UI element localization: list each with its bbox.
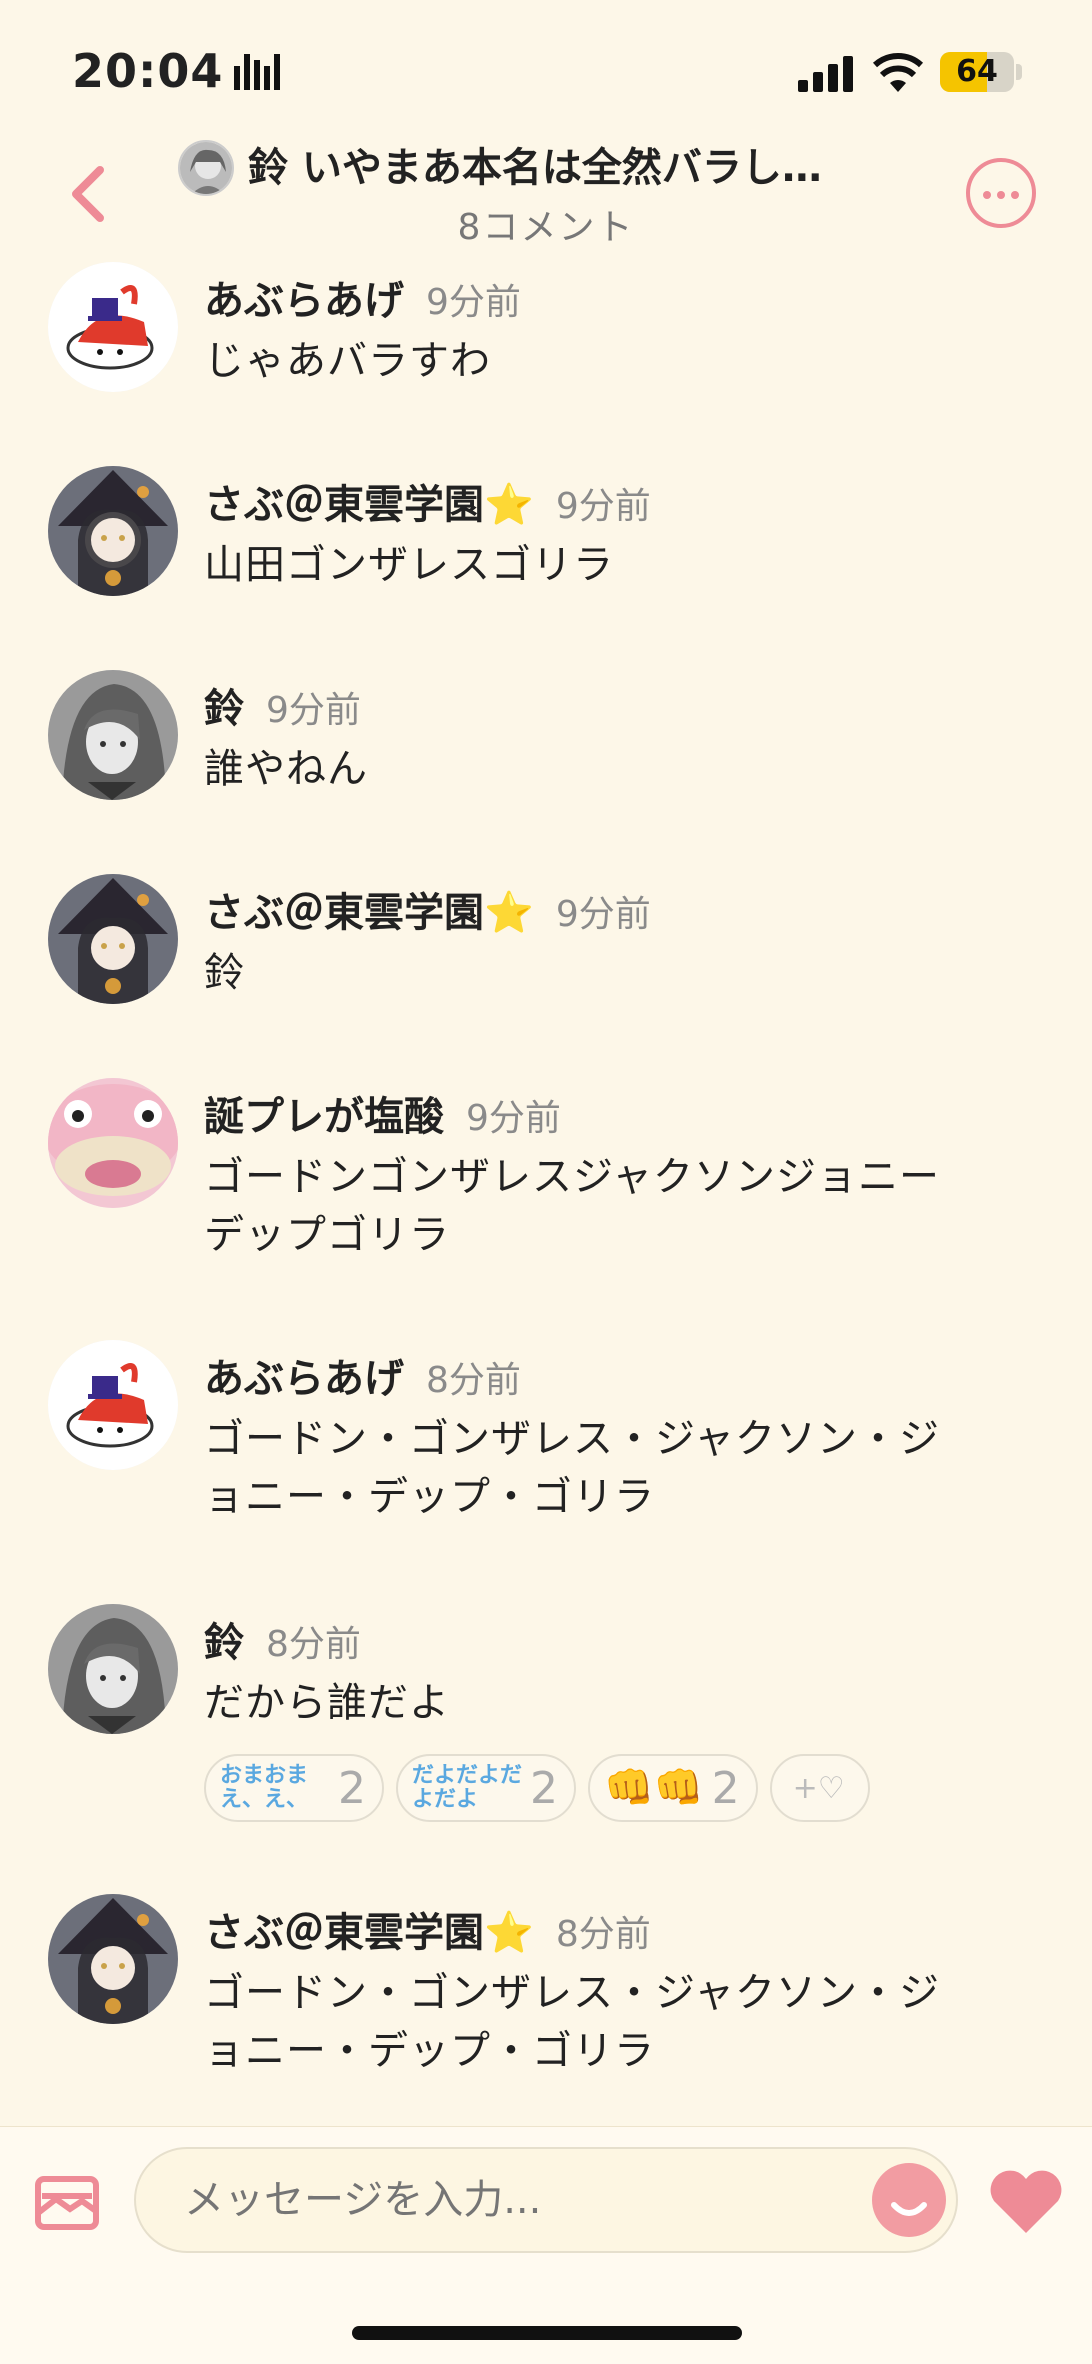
comment-text: だから誰だよ: [204, 1674, 1024, 1732]
avatar[interactable]: [48, 1078, 178, 1208]
wifi-icon: [872, 53, 924, 92]
comment-text: 山田ゴンザレスゴリラ: [204, 536, 1024, 594]
comment-line: ゴードンゴンザレスジャクソンジョニー: [204, 1154, 940, 1200]
avatar[interactable]: [48, 262, 178, 392]
comment-text: じゃあバラすわ: [204, 332, 1024, 390]
dot-icon: [1011, 191, 1019, 199]
comment-line: ョニー・デップ・ゴリラ: [204, 1474, 655, 1520]
reaction-bar: おまおまえ、え、 2 だよだよだよだよ 2 👊👊 2 +♡: [204, 1754, 870, 1822]
screen-recording-icon: [234, 54, 280, 90]
comment-author[interactable]: 鈴: [204, 686, 244, 732]
comment-time: 9分前: [555, 894, 651, 935]
comment-time: 8分前: [426, 1360, 521, 1401]
comment-line: だから誰だよ: [204, 1680, 450, 1726]
battery-nub: [1016, 64, 1022, 80]
reaction-count: 2: [338, 1762, 366, 1814]
avatar[interactable]: [48, 1894, 178, 2024]
reaction-sticker: おまおまえ、え、: [220, 1763, 309, 1812]
reaction-count: 2: [711, 1762, 740, 1814]
status-time: 20:04: [72, 44, 224, 98]
comment-line: 誰やねん: [204, 746, 368, 792]
comment-text: ゴードンゴンザレスジャクソンジョニー デップゴリラ: [204, 1148, 1024, 1264]
comment-author[interactable]: あぶらあげ: [204, 278, 404, 324]
comment-text: ゴードン・ゴンザレス・ジャクソン・ジ ョニー・デップ・ゴリラ: [204, 1410, 1024, 1526]
thread-title: 鈴 いやまあ本名は全然バラし…: [248, 145, 822, 191]
comment-time: 8分前: [555, 1914, 651, 1955]
comment-author[interactable]: 誕プレが塩酸: [204, 1094, 444, 1140]
comment-time: 9分前: [266, 690, 361, 731]
more-options-button[interactable]: [966, 158, 1036, 228]
comment-line: 鈴: [204, 950, 245, 996]
image-upload-icon[interactable]: [34, 2175, 100, 2231]
comment-time: 9分前: [426, 282, 521, 323]
reaction-chip[interactable]: だよだよだよだよ 2: [396, 1754, 576, 1822]
comment-author[interactable]: さぶ＠東雲学園⭐: [204, 482, 534, 528]
thread-avatar: [178, 140, 234, 196]
comment-line: ョニー・デップ・ゴリラ: [204, 2028, 655, 2074]
avatar[interactable]: [48, 1604, 178, 1734]
dot-icon: [997, 191, 1005, 199]
home-indicator[interactable]: [352, 2326, 742, 2340]
message-input[interactable]: [134, 2147, 958, 2253]
battery-indicator: 64: [940, 52, 1014, 92]
comment-author[interactable]: さぶ＠東雲学園⭐: [204, 1910, 534, 1956]
comment-time: 9分前: [555, 486, 651, 527]
comment-line: ゴードン・ゴンザレス・ジャクソン・ジ: [204, 1416, 940, 1462]
emoji-icon[interactable]: [872, 2163, 946, 2237]
comment-time: 8分前: [266, 1624, 361, 1665]
chat-header: 鈴 いやまあ本名は全然バラし… 8コメント: [0, 140, 1092, 250]
reaction-chip[interactable]: 👊👊 2: [588, 1754, 758, 1822]
avatar[interactable]: [48, 466, 178, 596]
avatar[interactable]: [48, 874, 178, 1004]
comment-author[interactable]: さぶ＠東雲学園⭐: [204, 890, 534, 936]
reaction-chip[interactable]: おまおまえ、え、 2: [204, 1754, 384, 1822]
comment-line: デップゴリラ: [204, 1212, 450, 1258]
comment-text: ゴードン・ゴンザレス・ジャクソン・ジ ョニー・デップ・ゴリラ: [204, 1964, 1024, 2080]
comment-line: じゃあバラすわ: [204, 338, 491, 384]
comment-author[interactable]: あぶらあげ: [204, 1356, 404, 1402]
avatar[interactable]: [48, 670, 178, 800]
comment-line: 山田ゴンザレスゴリラ: [204, 542, 614, 588]
dot-icon: [983, 191, 991, 199]
add-reaction-button[interactable]: +♡: [769, 1754, 870, 1822]
comment-count: 8コメント: [457, 207, 635, 248]
comment-author[interactable]: 鈴: [204, 1620, 244, 1666]
comment-line: ゴードン・ゴンザレス・ジャクソン・ジ: [204, 1970, 940, 2016]
heart-icon[interactable]: [986, 2167, 1066, 2237]
comment-text: 鈴: [204, 944, 1024, 1002]
cellular-signal-icon: [798, 56, 853, 92]
status-bar: 20:04 64: [0, 0, 1092, 140]
fist-bump-emoji: 👊👊: [604, 1765, 704, 1811]
avatar[interactable]: [48, 1340, 178, 1470]
reaction-sticker: だよだよだよだよ: [412, 1763, 523, 1812]
battery-percentage: 64: [956, 54, 998, 89]
reaction-count: 2: [530, 1762, 558, 1814]
comment-text: 誰やねん: [204, 740, 1024, 798]
comment-time: 9分前: [466, 1098, 561, 1139]
